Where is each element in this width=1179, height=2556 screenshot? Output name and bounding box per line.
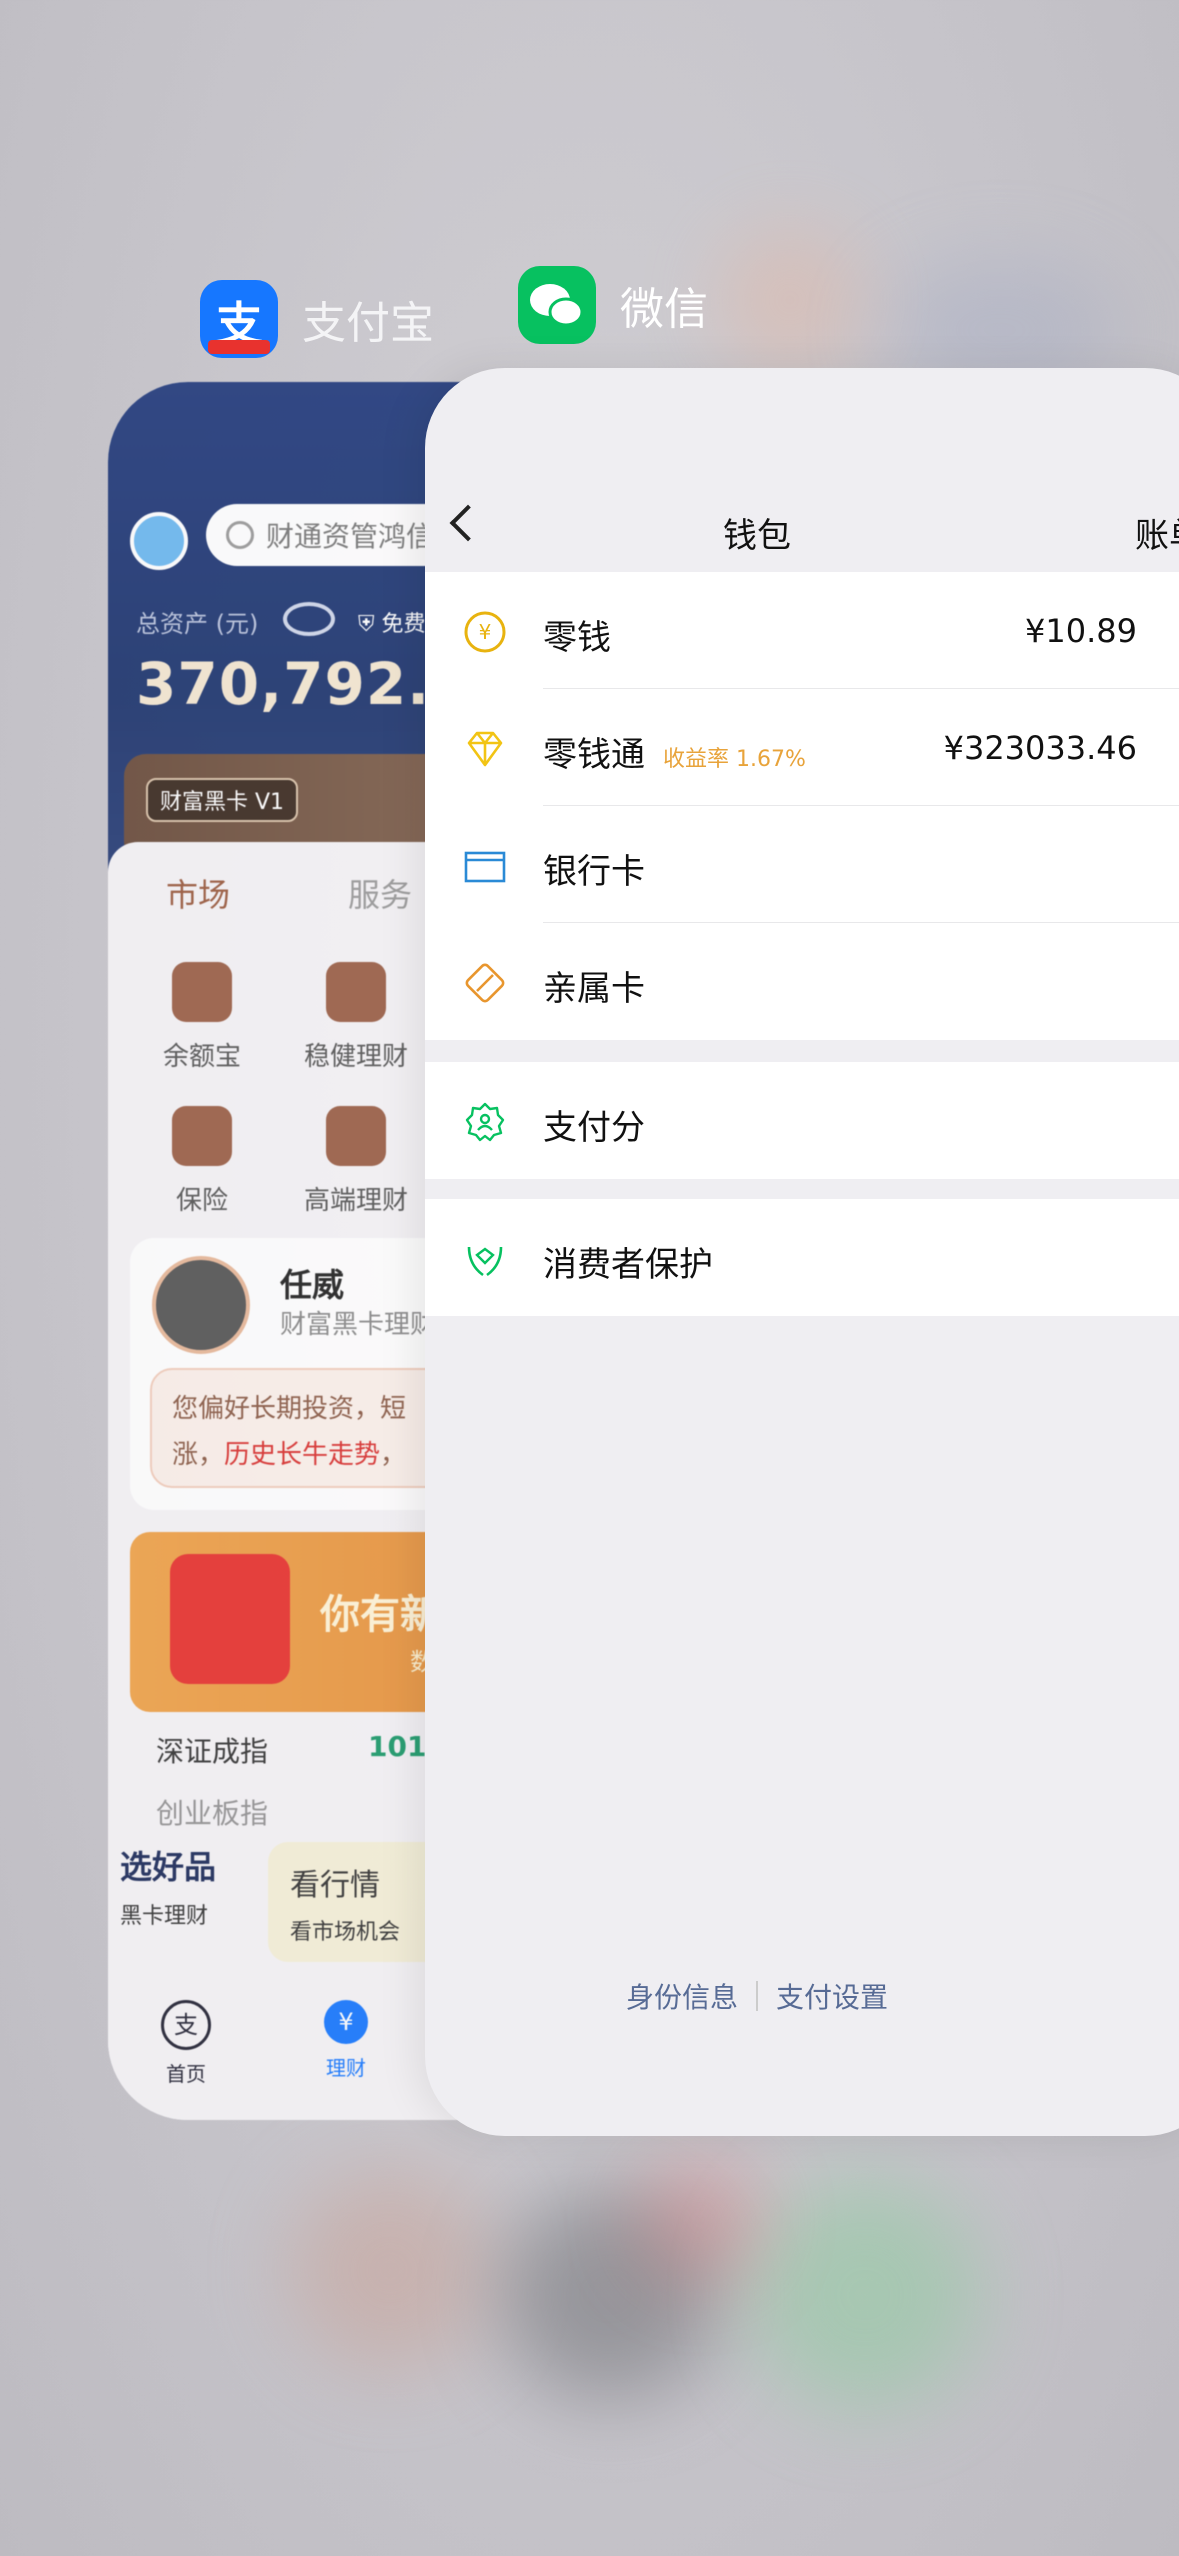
pay-score-icon (465, 1102, 505, 1142)
tab-service[interactable]: 服务 (348, 870, 412, 916)
banner-text: 你有新 (320, 1592, 440, 1638)
footer-divider (756, 1981, 758, 2011)
pay-score-group: 支付分 (425, 1062, 1179, 1179)
alipay-app-header[interactable]: 支 支付宝 (200, 280, 434, 358)
wealth-icon: ¥ (324, 2000, 368, 2044)
free-label: ⛨ 免费 (358, 612, 426, 637)
row-bank-card[interactable]: 银行卡 (425, 806, 1179, 923)
grid-item-steady[interactable]: 稳健理财 (286, 962, 426, 1073)
tabbar-wealth[interactable]: ¥ 理财 (296, 2000, 396, 2081)
tabbar-home[interactable]: 支 首页 (136, 2000, 236, 2087)
row-pay-score[interactable]: 支付分 (425, 1062, 1179, 1179)
consumer-protection-group: 消费者保护 (425, 1199, 1179, 1316)
alipay-app-name: 支付宝 (302, 298, 434, 349)
tab-market[interactable]: 市场 (166, 870, 230, 916)
lingqiantong-balance: ¥323033.46 (943, 729, 1137, 767)
identity-info-link[interactable]: 身份信息 (626, 1976, 738, 2016)
grid-item-insurance[interactable]: 保险 (132, 1106, 272, 1217)
index-value: 101 (368, 1730, 427, 1763)
diamond-icon (467, 731, 503, 767)
wechat-app-header[interactable]: 微信 (518, 266, 708, 344)
advisor-name: 任威 (280, 1266, 345, 1304)
wechat-app-name: 微信 (620, 284, 708, 335)
protection-icon (467, 1246, 503, 1277)
advisor-title: 财富黑卡理财 (280, 1310, 437, 1340)
mascot-avatar[interactable] (130, 512, 188, 570)
bag-icon (326, 962, 386, 1022)
yuebao-icon (172, 962, 232, 1022)
pick-products-tile[interactable]: 选好品 黑卡理财 (120, 1842, 270, 1962)
alipay-app-icon: 支 (200, 280, 278, 358)
index-name: 创业板指 (156, 1797, 269, 1830)
wechat-app-card[interactable]: 钱包 账单 ¥ 零钱 ¥10.89 零钱通收益率 1.67% ¥323033.4… (425, 368, 1179, 2136)
payment-settings-link[interactable]: 支付设置 (776, 1976, 888, 2016)
yen-coin-icon: ¥ (464, 611, 506, 653)
row-consumer-protection[interactable]: 消费者保护 (425, 1199, 1179, 1316)
wallet-nav-bar: 钱包 账单 (425, 488, 1179, 578)
house-icon (172, 1106, 232, 1166)
yield-rate: 收益率 1.67% (663, 746, 806, 772)
search-icon (226, 521, 254, 549)
row-lingqiantong[interactable]: 零钱通 收益率 1.67% ¥323033.46 (425, 689, 1179, 806)
eye-icon[interactable] (283, 602, 335, 636)
red-packet-icon (170, 1554, 290, 1684)
diamond-icon (326, 1106, 386, 1166)
home-icon: 支 (161, 2000, 211, 2050)
bill-button[interactable]: 账单 (1135, 508, 1179, 557)
wallet-footer: 身份信息 支付设置 (425, 1976, 1089, 2016)
family-card-icon (465, 963, 505, 1003)
search-placeholder: 财通资管鸿信 (266, 520, 435, 553)
wechat-app-icon (518, 266, 596, 344)
change-balance: ¥10.89 (1025, 612, 1137, 650)
assets-label: 总资产 (元) (136, 610, 259, 638)
grid-item-premium[interactable]: 高端理财 (286, 1106, 426, 1217)
advisor-avatar (152, 1256, 250, 1354)
svg-text:¥: ¥ (479, 620, 492, 644)
bank-card-icon (464, 851, 506, 883)
row-family-card[interactable]: 亲属卡 (425, 923, 1179, 1040)
wealth-card-badge: 财富黑卡 V1 (146, 778, 299, 822)
wallet-main-group: ¥ 零钱 ¥10.89 零钱通 收益率 1.67% ¥323033.46 银行卡 … (425, 572, 1179, 1040)
grid-item-yuebao[interactable]: 余额宝 (132, 962, 272, 1073)
index-name: 深证成指 (156, 1735, 269, 1768)
page-title: 钱包 (723, 516, 791, 556)
row-change[interactable]: ¥ 零钱 ¥10.89 (425, 572, 1179, 689)
